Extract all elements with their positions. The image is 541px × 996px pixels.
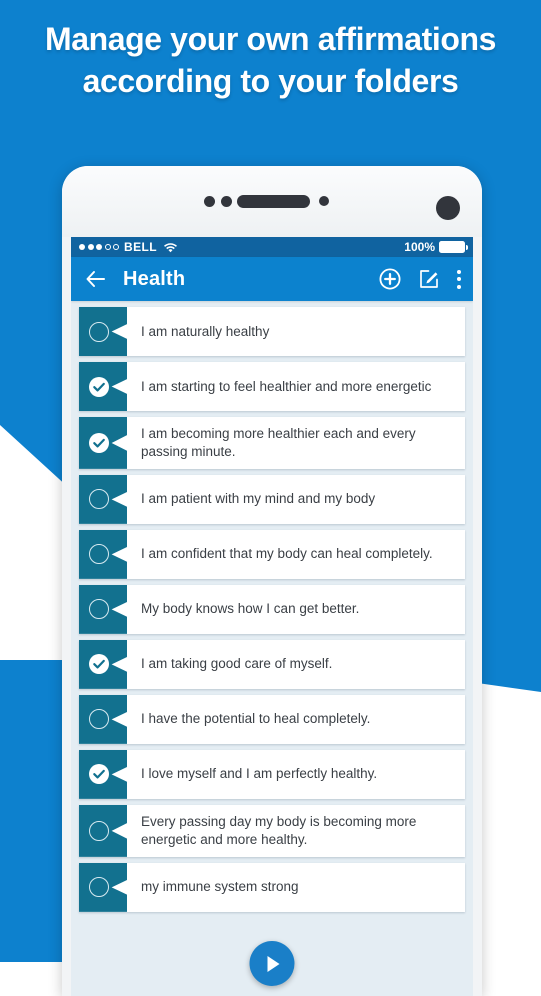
list-item[interactable]: I am taking good care of myself. xyxy=(79,639,465,689)
list-item[interactable]: I am becoming more healthier each and ev… xyxy=(79,417,465,469)
phone-bezel-top xyxy=(62,166,482,237)
checkbox-unchecked-icon[interactable] xyxy=(89,877,109,898)
checkbox-checked-icon[interactable] xyxy=(89,764,109,785)
sensor-dot-icon xyxy=(204,196,215,207)
row-ribbon[interactable] xyxy=(79,417,127,469)
status-bar-right: 100% xyxy=(404,240,468,254)
checkbox-checked-icon[interactable] xyxy=(89,654,109,675)
page-title: Health xyxy=(123,267,186,290)
checkbox-checked-icon[interactable] xyxy=(89,432,109,453)
play-icon xyxy=(267,955,279,972)
row-ribbon[interactable] xyxy=(79,804,127,857)
earpiece-speaker xyxy=(237,195,310,208)
arrow-left-icon[interactable] xyxy=(83,266,109,292)
checkbox-unchecked-icon[interactable] xyxy=(89,599,109,620)
list-item[interactable]: I am confident that my body can heal com… xyxy=(79,529,465,579)
row-ribbon[interactable] xyxy=(79,529,127,579)
edit-square-icon[interactable] xyxy=(418,268,440,290)
phone-mockup: BELL 100% Health I am naturally healthy … xyxy=(62,166,482,996)
row-ribbon[interactable] xyxy=(79,307,127,356)
affirmation-text: Every passing day my body is becoming mo… xyxy=(141,813,417,847)
carrier-label: BELL xyxy=(124,240,157,254)
signal-strength-icon xyxy=(79,244,119,250)
affirmation-text: I am becoming more healthier each and ev… xyxy=(141,426,416,459)
battery-percent-label: 100% xyxy=(404,240,435,254)
app-bar-actions xyxy=(379,268,461,290)
list-item[interactable]: I have the potential to heal completely. xyxy=(79,694,465,744)
wifi-icon xyxy=(163,243,177,253)
row-ribbon[interactable] xyxy=(79,362,127,411)
list-item[interactable]: I am patient with my mind and my body xyxy=(79,474,465,524)
affirmation-text: I am patient with my mind and my body xyxy=(141,491,376,507)
row-ribbon[interactable] xyxy=(79,862,127,912)
affirmation-text: I am naturally healthy xyxy=(141,323,270,339)
list-item[interactable]: My body knows how I can get better. xyxy=(79,584,465,634)
affirmation-text: I have the potential to heal completely. xyxy=(141,711,371,727)
checkbox-unchecked-icon[interactable] xyxy=(89,709,109,730)
affirmation-text: I am confident that my body can heal com… xyxy=(141,546,433,562)
affirmation-list[interactable]: I am naturally healthy I am starting to … xyxy=(71,301,473,996)
row-ribbon[interactable] xyxy=(79,694,127,744)
row-ribbon[interactable] xyxy=(79,639,127,689)
more-vertical-icon[interactable] xyxy=(457,269,461,289)
sensor-dot-icon xyxy=(319,196,329,206)
checkbox-unchecked-icon[interactable] xyxy=(89,544,109,565)
play-button[interactable] xyxy=(249,941,295,986)
affirmation-text: I love myself and I am perfectly healthy… xyxy=(141,766,378,782)
front-camera-icon xyxy=(436,196,460,220)
affirmation-text: I am starting to feel healthier and more… xyxy=(141,378,432,394)
row-ribbon[interactable] xyxy=(79,584,127,634)
phone-screen: BELL 100% Health I am naturally healthy … xyxy=(71,237,473,996)
list-item[interactable]: my immune system strong xyxy=(79,862,465,912)
list-item[interactable]: I am naturally healthy xyxy=(79,307,465,356)
row-ribbon[interactable] xyxy=(79,749,127,799)
checkbox-checked-icon[interactable] xyxy=(89,376,109,397)
status-bar: BELL 100% xyxy=(71,237,473,257)
list-item[interactable]: I am starting to feel healthier and more… xyxy=(79,362,465,411)
affirmation-text: My body knows how I can get better. xyxy=(141,601,360,617)
battery-full-icon xyxy=(439,241,468,253)
checkbox-unchecked-icon[interactable] xyxy=(89,820,109,841)
checkbox-unchecked-icon[interactable] xyxy=(89,321,109,342)
checkbox-unchecked-icon[interactable] xyxy=(89,489,109,510)
sensor-dot-icon xyxy=(221,196,232,207)
affirmation-text: I am taking good care of myself. xyxy=(141,656,333,672)
promo-headline: Manage your own affirmations according t… xyxy=(44,21,497,99)
list-item[interactable]: I love myself and I am perfectly healthy… xyxy=(79,749,465,799)
app-bar: Health xyxy=(71,257,473,301)
list-item[interactable]: Every passing day my body is becoming mo… xyxy=(79,804,465,857)
plus-circle-icon[interactable] xyxy=(379,268,401,290)
row-ribbon[interactable] xyxy=(79,474,127,524)
affirmation-text: my immune system strong xyxy=(141,879,299,895)
